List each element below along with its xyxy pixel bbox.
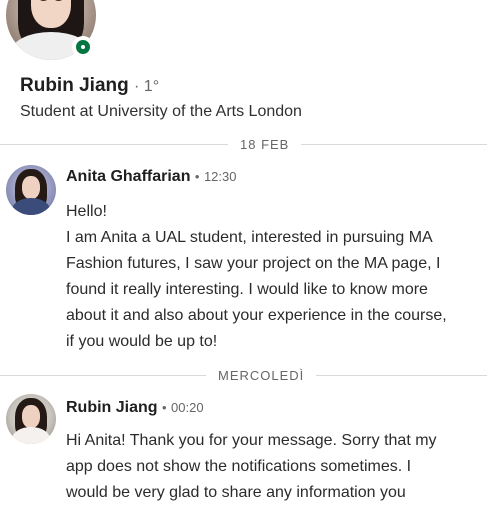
date-divider-18-feb: 18 FEB	[0, 134, 487, 154]
message-line: about it and also about your experience …	[66, 307, 447, 324]
message-line: Hi Anita! Thank you for your message. So…	[66, 432, 437, 449]
message-item-rubin: Rubin Jiang • 00:20 Hi Anita! Thank you …	[0, 392, 487, 503]
message-item-anita: Anita Ghaffarian • 12:30 Hello! I am Ani…	[0, 160, 487, 355]
sender-name[interactable]: Anita Ghaffarian	[66, 168, 190, 185]
divider-line-right	[316, 374, 487, 376]
message-line: would be very glad to share any informat…	[66, 484, 406, 501]
meta-separator: •	[162, 400, 167, 415]
sender-avatar-anita[interactable]	[6, 165, 56, 215]
sender-avatar-rubin[interactable]	[6, 394, 56, 444]
message-line: Fashion futures, I saw your project on t…	[66, 255, 441, 272]
date-divider-mercoledi: MERCOLEDÌ	[0, 365, 487, 385]
profile-name[interactable]: Rubin Jiang	[20, 75, 129, 96]
message-body: Hi Anita! Thank you for your message. So…	[66, 428, 484, 506]
connection-degree: · 1°	[134, 78, 160, 95]
date-label: MERCOLEDÌ	[218, 367, 305, 383]
divider-line-right	[301, 143, 487, 145]
message-body: Hello! I am Anita a UAL student, interes…	[66, 199, 484, 355]
sender-name[interactable]: Rubin Jiang	[66, 399, 158, 416]
message-line: if you would be up to!	[66, 333, 218, 350]
message-time: 12:30	[203, 169, 237, 184]
profile-headline: Student at University of the Arts London	[20, 103, 302, 120]
message-line: Hello!	[66, 203, 107, 220]
message-meta: Rubin Jiang • 00:20	[66, 397, 204, 419]
message-time: 00:20	[171, 400, 204, 415]
online-status-dot	[76, 40, 90, 54]
profile-name-row: Rubin Jiang · 1°	[20, 74, 159, 99]
message-meta: Anita Ghaffarian • 12:30	[66, 166, 236, 188]
anita-avatar-body	[12, 198, 50, 215]
divider-line-left	[0, 374, 206, 376]
online-status-icon	[72, 36, 94, 58]
date-label: 18 FEB	[240, 136, 290, 152]
divider-line-left	[0, 143, 228, 145]
anita-avatar-face	[22, 176, 40, 199]
meta-separator: •	[194, 169, 200, 184]
conversation-profile-header: Rubin Jiang · 1° Student at University o…	[0, 0, 487, 130]
message-line: app does not show the notifications some…	[66, 458, 412, 475]
message-line: I am Anita a UAL student, interested in …	[66, 229, 433, 246]
rubin-avatar-body	[12, 427, 50, 444]
rubin-avatar-face	[22, 405, 40, 428]
message-line: found it really interesting. I would lik…	[66, 281, 428, 298]
